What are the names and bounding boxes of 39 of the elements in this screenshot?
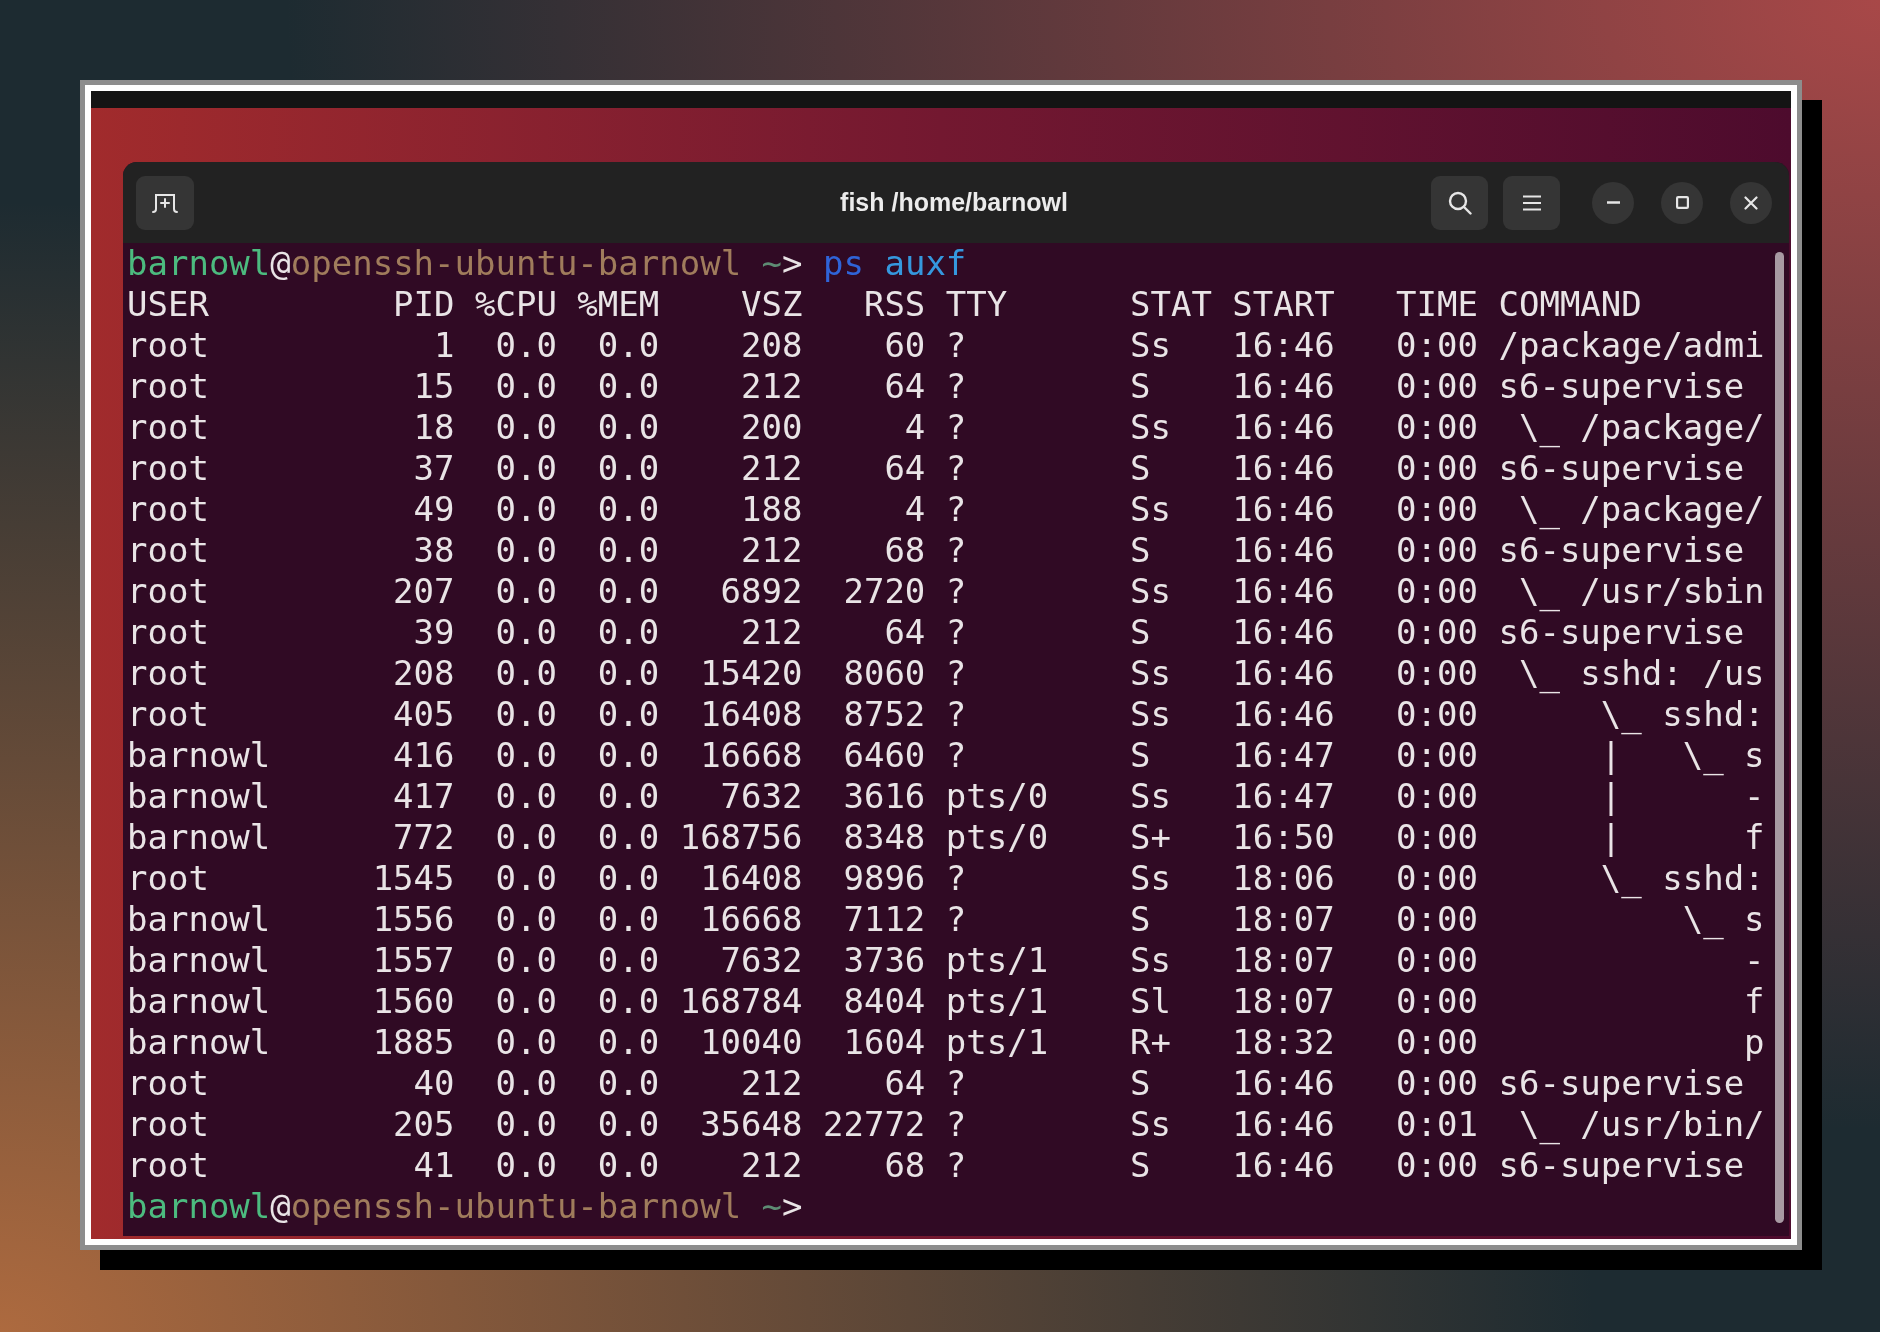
output-line: root 207 0.0 0.0 6892 2720 ? Ss 16:46 0:00 \_ /usr/sbin — [127, 571, 1765, 612]
output-line: barnowl 1557 0.0 0.0 7632 3736 pts/1 Ss 18:07 0:00 - — [127, 940, 1765, 981]
output-line: barnowl 417 0.0 0.0 7632 3616 pts/0 Ss 16:47 0:00 | - — [127, 776, 1765, 817]
shell-prompt: barnowl@openssh-ubuntu-barnowl ~> — [127, 243, 803, 284]
menu-icon — [1522, 194, 1541, 211]
output-line: barnowl 1556 0.0 0.0 16668 7112 ? S 18:07 0:00 \_ s — [127, 899, 1765, 940]
close-button[interactable] — [1730, 181, 1772, 224]
search-button[interactable] — [1431, 175, 1488, 230]
output-line: root 405 0.0 0.0 16408 8752 ? Ss 16:46 0:00 \_ sshd: — [127, 694, 1765, 735]
shell-prompt: barnowl@openssh-ubuntu-barnowl ~> — [127, 1186, 803, 1227]
command-text: ps auxf — [823, 243, 967, 284]
output-line: root 40 0.0 0.0 212 64 ? S 16:46 0:00 s6-supervise — [127, 1063, 1745, 1104]
output-line: root 41 0.0 0.0 212 68 ? S 16:46 0:00 s6-supervise — [127, 1145, 1745, 1186]
output-line: root 208 0.0 0.0 15420 8060 ? Ss 16:46 0:00 \_ sshd: /us — [127, 653, 1765, 694]
minimize-button[interactable] — [1592, 181, 1634, 224]
scrollbar-thumb[interactable] — [1775, 252, 1784, 1223]
output-line: barnowl 772 0.0 0.0 168756 8348 pts/0 S+ 16:50 0:00 | f — [127, 817, 1765, 858]
maximize-icon — [1675, 196, 1689, 209]
output-line: USER PID %CPU %MEM VSZ RSS TTY STAT START TIME COMMAND — [127, 284, 1642, 325]
output-line: root 38 0.0 0.0 212 68 ? S 16:46 0:00 s6-supervise — [127, 530, 1745, 571]
minimize-icon — [1606, 201, 1620, 204]
new-tab-button[interactable] — [136, 175, 194, 230]
maximize-button[interactable] — [1661, 181, 1703, 224]
search-icon — [1447, 190, 1472, 215]
output-line: barnowl 416 0.0 0.0 16668 6460 ? S 16:47 0:00 | \_ s — [127, 735, 1765, 776]
output-line: root 37 0.0 0.0 212 64 ? S 16:46 0:00 s6-supervise — [127, 448, 1745, 489]
close-icon — [1744, 195, 1758, 210]
output-line: root 1 0.0 0.0 208 60 ? Ss 16:46 0:00 /package/admi — [127, 325, 1765, 366]
output-line: root 15 0.0 0.0 212 64 ? S 16:46 0:00 s6-supervise — [127, 366, 1745, 407]
output-line: root 1545 0.0 0.0 16408 9896 ? Ss 18:06 0:00 \_ sshd: — [127, 858, 1765, 899]
output-line: root 49 0.0 0.0 188 4 ? Ss 16:46 0:00 \_ /package/ — [127, 489, 1765, 530]
output-line: root 39 0.0 0.0 212 64 ? S 16:46 0:00 s6-supervise — [127, 612, 1745, 653]
output-line: barnowl 1885 0.0 0.0 10040 1604 pts/1 R+ 18:32 0:00 p — [127, 1022, 1765, 1063]
output-line: root 205 0.0 0.0 35648 22772 ? Ss 16:46 0:01 \_ /usr/bin/ — [127, 1104, 1765, 1145]
menu-button[interactable] — [1503, 175, 1560, 230]
window-title: fish /home/barnowl — [840, 186, 1068, 218]
tab-plus-icon — [152, 192, 178, 213]
output-line: root 18 0.0 0.0 200 4 ? Ss 16:46 0:00 \_ /package/ — [127, 407, 1765, 448]
output-line: barnowl 1560 0.0 0.0 168784 8404 pts/1 Sl 18:07 0:00 f — [127, 981, 1765, 1022]
